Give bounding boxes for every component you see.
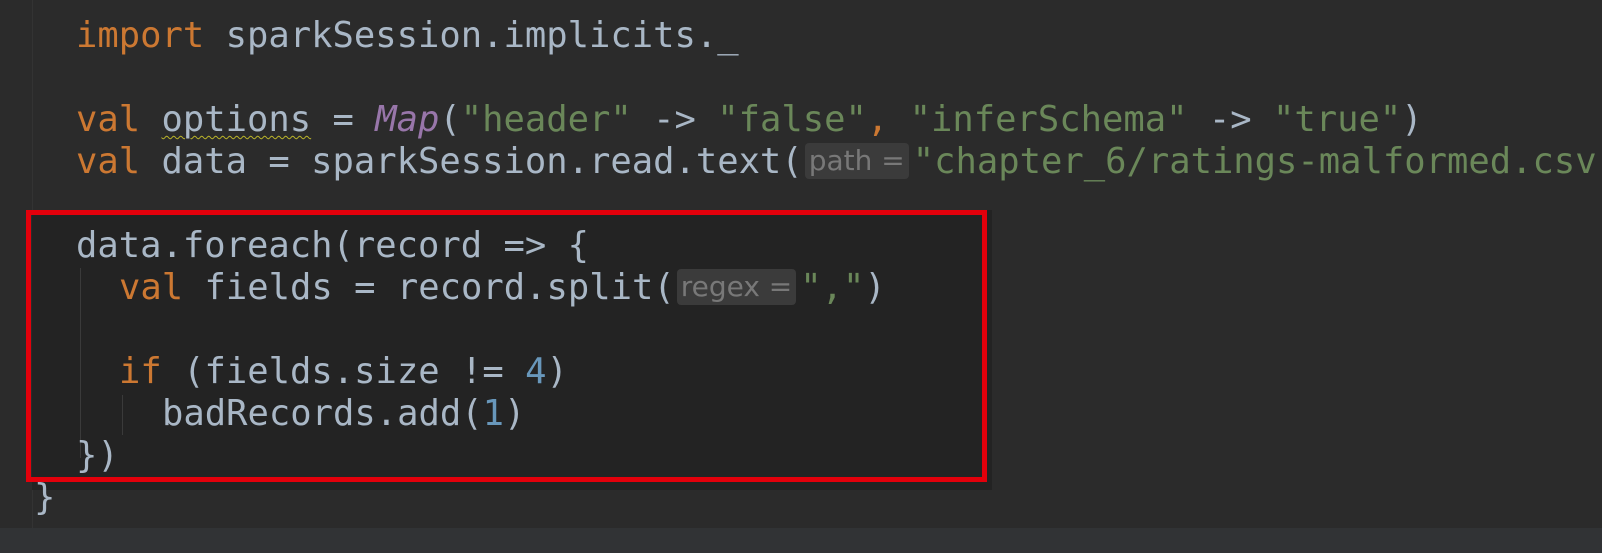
arrow-op: -> (631, 99, 718, 140)
code-line-import[interactable]: import sparkSession.implicits._ (76, 14, 739, 57)
red-highlight-box (26, 210, 987, 482)
string-true: "true" (1272, 99, 1402, 140)
keyword-val: val (76, 141, 141, 182)
code-editor[interactable]: import sparkSession.implicits._ val opti… (0, 0, 1602, 553)
comma: , (866, 99, 889, 140)
code-line-close-block[interactable]: } (34, 476, 55, 519)
close-paren: ) (1401, 99, 1423, 140)
read-text-call: data = sparkSession.read.text( (140, 141, 803, 182)
keyword-import: import (76, 15, 205, 56)
editor-bottom-strip (0, 528, 1602, 553)
string-inferschema: "inferSchema" (909, 99, 1188, 140)
keyword-val: val (76, 99, 141, 140)
arrow-op: -> (1187, 99, 1273, 140)
code-line-data[interactable]: val data = sparkSession.read.text(path =… (76, 140, 1602, 183)
variable-options[interactable]: options (162, 99, 312, 140)
parameter-hint-path: path = (804, 143, 909, 179)
map-constructor: Map (375, 99, 440, 140)
string-header: "header" (460, 99, 632, 140)
code-line-options[interactable]: val options = Map("header" -> "false", "… (76, 98, 1423, 141)
import-path: sparkSession.implicits._ (204, 15, 739, 56)
closing-brace: } (34, 477, 56, 518)
open-paren: ( (439, 99, 461, 140)
string-file-path: "chapter_6/ratings-malformed.csv" (912, 141, 1602, 182)
string-false: "false" (717, 99, 867, 140)
assign-op: = (311, 99, 376, 140)
